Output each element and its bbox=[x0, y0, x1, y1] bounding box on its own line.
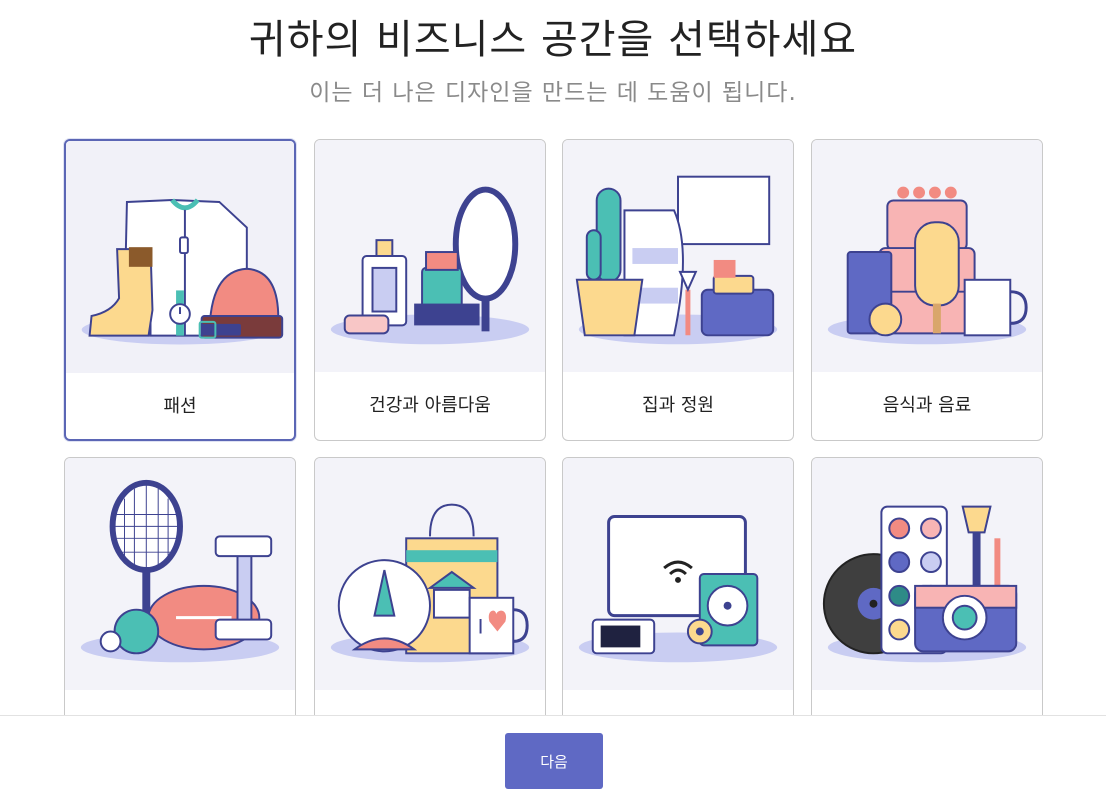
category-label: 음식과 음료 bbox=[882, 395, 972, 416]
sports-illustration bbox=[65, 458, 295, 690]
category-card-arts-entertainment[interactable] bbox=[811, 457, 1043, 759]
category-label: 패션 bbox=[163, 396, 197, 417]
svg-text:I: I bbox=[478, 615, 484, 638]
gifts-illustration: I bbox=[315, 458, 545, 690]
category-card-electronics[interactable] bbox=[562, 457, 794, 759]
category-label: 집과 정원 bbox=[642, 395, 714, 416]
category-label: 건강과 아름다움 bbox=[369, 395, 491, 416]
category-card-health-beauty[interactable]: 건강과 아름다움 bbox=[314, 139, 546, 441]
category-card-gifts[interactable]: I bbox=[314, 457, 546, 759]
category-card-fashion[interactable]: 패션 bbox=[64, 139, 296, 441]
arts-entertainment-illustration bbox=[812, 458, 1042, 690]
electronics-illustration bbox=[563, 458, 793, 690]
page-subtitle: 이는 더 나은 디자인을 만드는 데 도움이 됩니다. bbox=[309, 80, 797, 106]
page-title: 귀하의 비즈니스 공간을 선택하세요 bbox=[248, 17, 858, 63]
food-drink-illustration bbox=[812, 140, 1042, 372]
footer-bar: 다음 bbox=[0, 715, 1106, 800]
fashion-illustration bbox=[66, 141, 294, 373]
next-button[interactable]: 다음 bbox=[505, 733, 603, 789]
category-grid: 패션 건강과 아름다움 집과 정원 음식과 음료 I bbox=[64, 139, 1044, 759]
category-card-food-drink[interactable]: 음식과 음료 bbox=[811, 139, 1043, 441]
category-card-sports[interactable] bbox=[64, 457, 296, 759]
home-garden-illustration bbox=[563, 140, 793, 372]
category-card-home-garden[interactable]: 집과 정원 bbox=[562, 139, 794, 441]
health-beauty-illustration bbox=[315, 140, 545, 372]
